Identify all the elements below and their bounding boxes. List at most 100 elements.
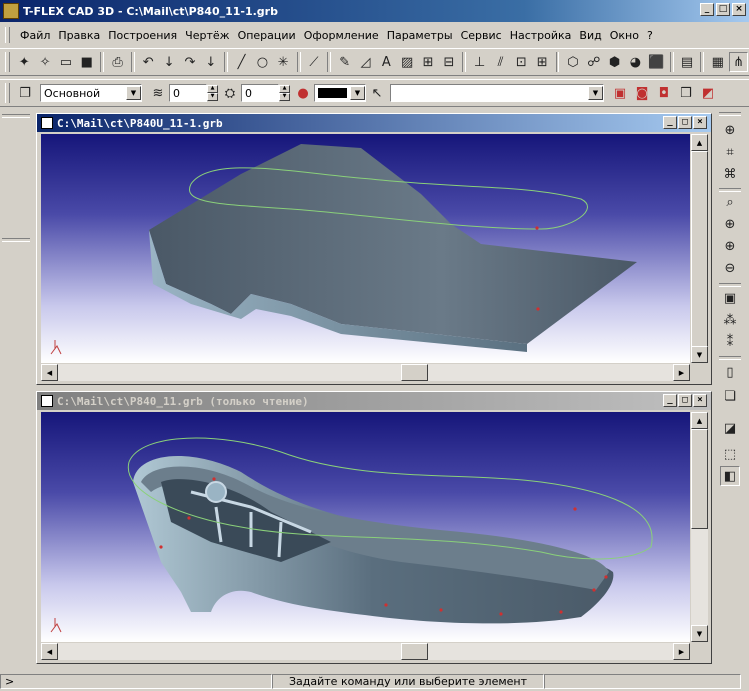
scroll-thumb[interactable] (691, 429, 708, 529)
new-doc-icon[interactable]: ✦ (15, 52, 34, 72)
menu-edit[interactable]: Правка (54, 29, 104, 42)
new-3d-icon[interactable]: ✧ (36, 52, 55, 72)
print-icon[interactable]: ⎙ (108, 52, 127, 72)
shaded-icon[interactable]: ◧ (720, 466, 740, 486)
fragment-icon[interactable]: ⊞ (419, 52, 438, 72)
menu-view[interactable]: Вид (575, 29, 605, 42)
undo-step-icon[interactable]: ↓ (160, 52, 179, 72)
wireframe-icon[interactable]: ⬚ (720, 444, 740, 464)
pen-icon[interactable]: ✎ (335, 52, 354, 72)
doc2-title-bar[interactable]: C:\Mail\ct\P840_11.grb (только чтение) _… (37, 392, 711, 410)
scroll-thumb[interactable] (401, 643, 428, 660)
layer-combo[interactable]: Основной ▼ (40, 84, 142, 102)
doc1-title-bar[interactable]: C:\Mail\ct\P840U_11-1.grb _ □ × (37, 114, 711, 132)
zoom-plus2-icon[interactable]: ⊕ (720, 236, 740, 256)
doc2-close-button[interactable]: × (693, 394, 707, 407)
zoom-plus-icon[interactable]: ⊕ (720, 214, 740, 234)
menu-drawing[interactable]: Чертёж (181, 29, 233, 42)
menu-grip[interactable] (5, 27, 10, 43)
scroll-right-button[interactable]: ▶ (673, 643, 690, 660)
redo-icon[interactable]: ↷ (181, 52, 200, 72)
app-title-bar[interactable]: T-FLEX CAD 3D - C:\Mail\ct\P840_11-1.grb… (0, 0, 749, 22)
sphere-icon[interactable]: ◕ (626, 52, 645, 72)
view-red-sphere-icon[interactable]: ◙ (632, 83, 652, 103)
sketch-icon[interactable]: ⟋ (305, 52, 324, 72)
workplane-icon[interactable]: ⊥ (470, 52, 489, 72)
toolbar-grip[interactable] (719, 112, 741, 116)
scroll-left-button[interactable]: ◀ (41, 364, 58, 381)
pan-icon[interactable]: ▣ (720, 288, 740, 308)
toolbar-grip[interactable] (5, 52, 10, 72)
doc1-vertical-scrollbar[interactable]: ▲ ▼ (691, 134, 708, 363)
text-icon[interactable]: A (377, 52, 396, 72)
chevron-down-icon[interactable]: ▼ (126, 86, 141, 100)
loft-icon[interactable]: ⬢ (605, 52, 624, 72)
menu-parameters[interactable]: Параметры (383, 29, 457, 42)
variables-icon[interactable]: ▤ (678, 52, 697, 72)
scroll-up-button[interactable]: ▲ (691, 134, 708, 151)
cube-view-icon[interactable]: ◪ (720, 418, 740, 438)
scroll-left-button[interactable]: ◀ (41, 643, 58, 660)
scroll-right-button[interactable]: ▶ (673, 364, 690, 381)
3d-node-icon[interactable]: ⫽ (491, 52, 510, 72)
doc2-horizontal-scrollbar[interactable]: ◀ ▶ (41, 643, 690, 660)
toolbar-grip[interactable] (5, 83, 10, 103)
scroll-thumb[interactable] (691, 151, 708, 351)
view-shaded-icon[interactable]: ◩ (698, 83, 718, 103)
menu-service[interactable]: Сервис (457, 29, 506, 42)
magnet-icon[interactable]: ⋔ (729, 52, 749, 72)
layers-icon[interactable]: ❐ (15, 83, 35, 103)
dock-grip[interactable] (2, 114, 30, 118)
level-from-field[interactable]: 0 (169, 84, 207, 102)
doc1-close-button[interactable]: × (693, 116, 707, 129)
view-red-box-icon[interactable]: ◘ (654, 83, 674, 103)
doc2-maximize-button[interactable]: □ (678, 394, 692, 407)
orbit-icon[interactable]: ⁑ (720, 332, 740, 352)
doc1-maximize-button[interactable]: □ (678, 116, 692, 129)
chevron-down-icon[interactable]: ▼ (588, 86, 603, 100)
level-to-spinner[interactable]: ▲ ▼ (279, 85, 290, 101)
pages-icon[interactable]: ❏ (720, 386, 740, 406)
node-icon[interactable]: ✳ (274, 52, 293, 72)
level-icon[interactable]: ≋ (148, 83, 168, 103)
zoom-window-icon[interactable]: ⌗ (720, 142, 740, 162)
scroll-down-button[interactable]: ▼ (691, 625, 708, 642)
app-icon[interactable] (3, 3, 19, 19)
grid-icon[interactable]: ⊞ (533, 52, 552, 72)
rotate-view-icon[interactable]: ⁂ (720, 310, 740, 330)
box-icon[interactable]: ⬛ (647, 52, 666, 72)
document-window-2[interactable]: C:\Mail\ct\P840_11.grb (только чтение) _… (36, 391, 712, 664)
doc2-vertical-scrollbar[interactable]: ▲ ▼ (691, 412, 708, 642)
select-arrow-icon[interactable]: ↖ (367, 83, 387, 103)
doc1-horizontal-scrollbar[interactable]: ◀ ▶ (41, 364, 690, 381)
3d-viewport-2[interactable] (41, 412, 690, 642)
undo-icon[interactable]: ↶ (139, 52, 158, 72)
hatch-icon[interactable]: ▨ (398, 52, 417, 72)
close-button[interactable]: × (732, 3, 746, 16)
circle-icon[interactable]: ○ (253, 52, 272, 72)
redo-step-icon[interactable]: ↓ (201, 52, 220, 72)
zoom-icon[interactable]: ⌕ (720, 192, 740, 212)
3d-profile-icon[interactable]: ⊡ (512, 52, 531, 72)
level-from-spinner[interactable]: ▲ ▼ (207, 85, 218, 101)
document-window-1[interactable]: C:\Mail\ct\P840U_11-1.grb _ □ × ▲ ▼ ◀ ▶ (36, 113, 712, 385)
menu-operations[interactable]: Операции (234, 29, 300, 42)
level-to-field[interactable]: 0 (241, 84, 279, 102)
zoom-minus-icon[interactable]: ⊖ (720, 258, 740, 278)
bom-icon[interactable]: ⊟ (439, 52, 458, 72)
color-combo[interactable]: ▼ (314, 84, 366, 102)
doc1-minimize-button[interactable]: _ (663, 116, 677, 129)
save-icon[interactable]: ■ (77, 52, 96, 72)
open-icon[interactable]: ▭ (57, 52, 76, 72)
fit-all-icon[interactable]: ⌘ (720, 164, 740, 184)
priority-icon[interactable]: ⛭ (220, 83, 240, 103)
menu-settings[interactable]: Настройка (506, 29, 576, 42)
view-wire-icon[interactable]: ❒ (676, 83, 696, 103)
view-red-cube-icon[interactable]: ▣ (610, 83, 630, 103)
line-icon[interactable]: ╱ (232, 52, 251, 72)
dimension-icon[interactable]: ◿ (356, 52, 375, 72)
scroll-up-button[interactable]: ▲ (691, 412, 708, 429)
calculator-icon[interactable]: ▦ (708, 52, 727, 72)
menu-help[interactable]: ? (643, 29, 657, 42)
doc2-minimize-button[interactable]: _ (663, 394, 677, 407)
